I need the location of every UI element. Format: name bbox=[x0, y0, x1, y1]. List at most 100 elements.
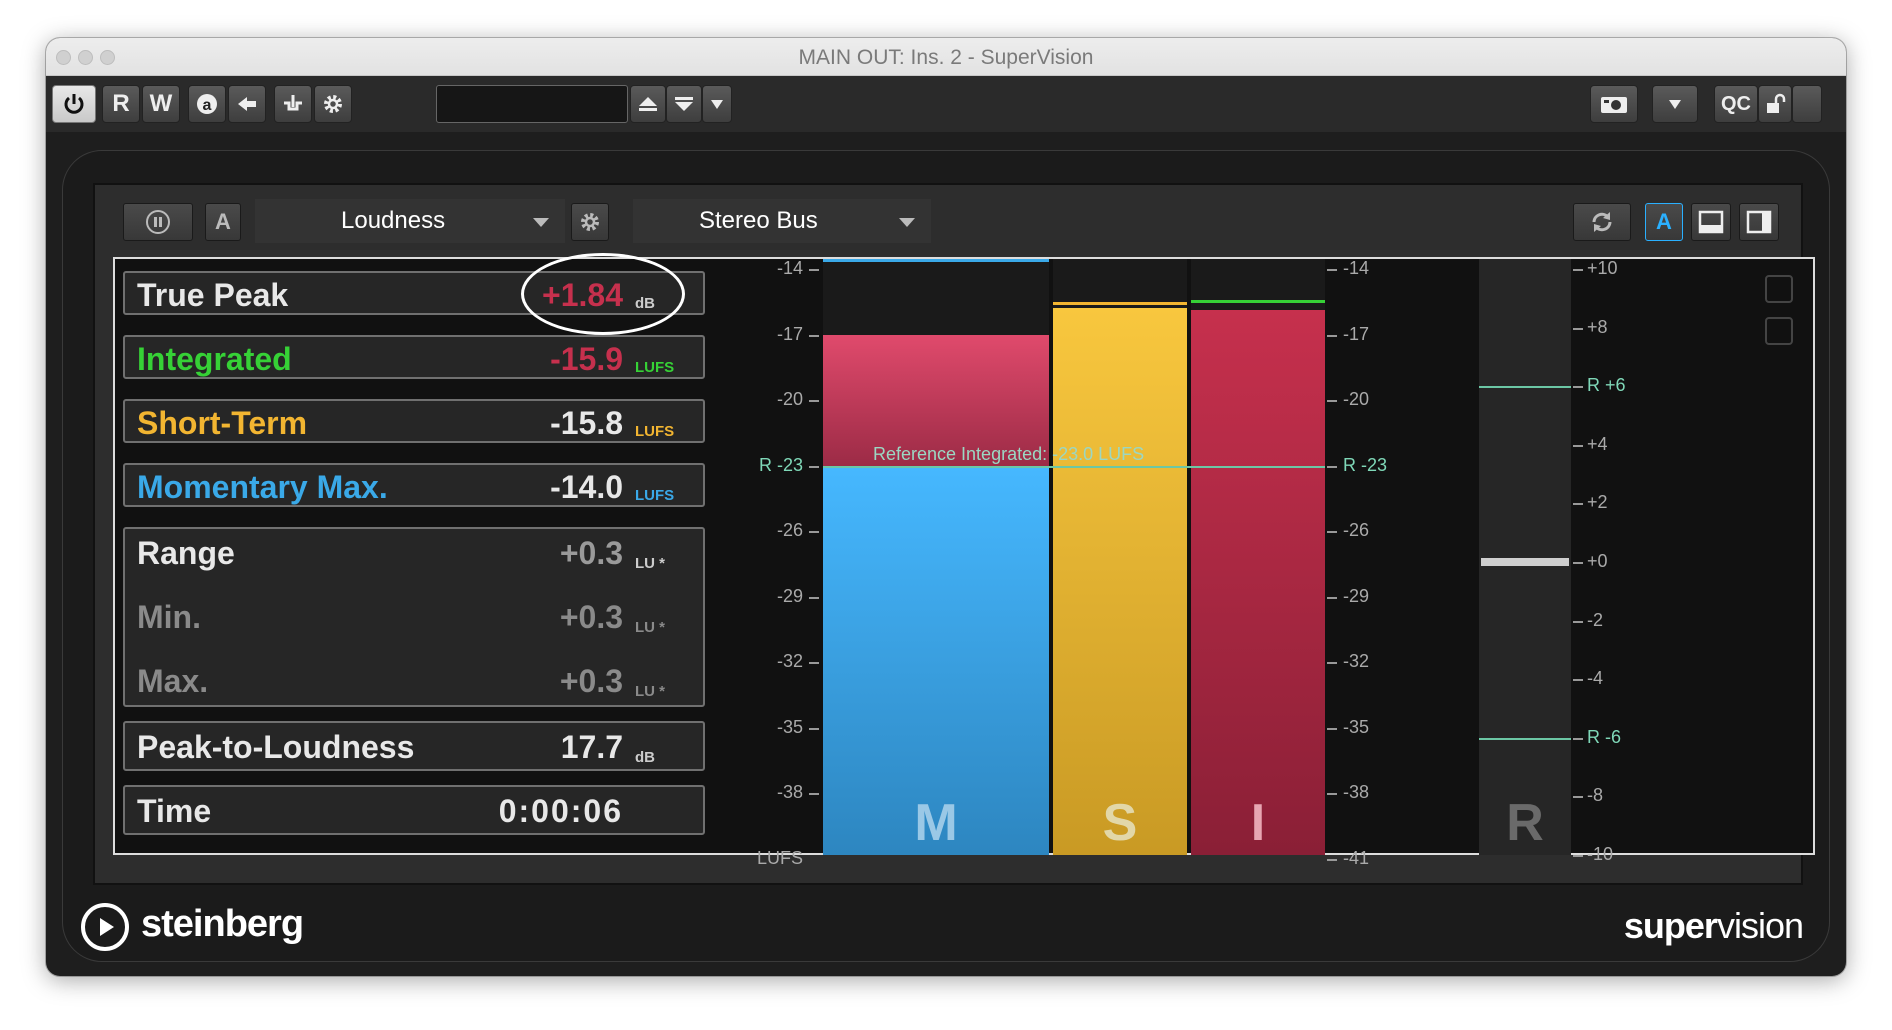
range-tick-label: +4 bbox=[1587, 433, 1608, 454]
range-track: R bbox=[1479, 259, 1571, 855]
module-label: Loudness bbox=[341, 207, 446, 234]
left-tick-mark bbox=[809, 793, 819, 795]
host-toolbar: R W a QC bbox=[46, 76, 1846, 132]
left-tick-mark bbox=[809, 269, 819, 271]
range-bar-label: R bbox=[1506, 794, 1544, 852]
supervision-plugin: A Loudness Stereo Bus A True Peak +1.84 … bbox=[62, 150, 1830, 962]
short-term-value: -15.8 bbox=[550, 405, 623, 441]
momentary-track: M bbox=[823, 259, 1049, 855]
preset-menu-button[interactable] bbox=[702, 85, 732, 123]
peak-to-loudness-row[interactable]: Peak-to-Loudness 17.7 dB bbox=[123, 721, 705, 771]
camera-icon bbox=[1601, 97, 1627, 113]
layout-bottom-icon bbox=[1698, 210, 1724, 234]
a-setup-button[interactable]: A bbox=[205, 203, 241, 241]
momentary-max-row[interactable]: Momentary Max. -14.0 LUFS bbox=[123, 463, 705, 507]
extra-button[interactable] bbox=[1792, 85, 1822, 123]
middle-tick-label: -20 bbox=[1343, 389, 1370, 409]
range-min-value: +0.3 bbox=[559, 599, 623, 635]
sync-button[interactable] bbox=[1573, 203, 1631, 241]
range-tick-label: +8 bbox=[1587, 316, 1608, 337]
channel-dropdown[interactable]: Stereo Bus bbox=[633, 199, 931, 243]
left-tick-label: -26 bbox=[776, 520, 803, 540]
range-tick-mark bbox=[1573, 796, 1583, 799]
short-term-track: S bbox=[1053, 259, 1187, 855]
range-tick-mark bbox=[1573, 855, 1583, 857]
middle-tick-label: -41 bbox=[1343, 847, 1370, 868]
svg-text:a: a bbox=[203, 97, 212, 114]
left-tick-mark bbox=[809, 400, 819, 402]
zoom-out-button[interactable] bbox=[1765, 317, 1793, 345]
module-settings-button[interactable] bbox=[571, 203, 609, 241]
preset-next-button[interactable] bbox=[666, 85, 702, 123]
range-tick-label: R -6 bbox=[1587, 726, 1622, 747]
range-tick-label: -4 bbox=[1587, 668, 1604, 689]
supervision-brand: supervision bbox=[1624, 905, 1804, 947]
range-tick-mark bbox=[1573, 269, 1583, 271]
middle-tick-mark bbox=[1327, 596, 1337, 599]
sidechain-button[interactable] bbox=[274, 85, 312, 123]
time-row[interactable]: Time 0:00:06 bbox=[123, 785, 705, 835]
module-dropdown[interactable]: Loudness bbox=[255, 199, 565, 243]
left-tick-mark bbox=[809, 662, 819, 664]
integrated-bar-label: I bbox=[1250, 794, 1266, 852]
snapshot-button[interactable] bbox=[1590, 85, 1638, 123]
left-tick-label: -17 bbox=[776, 323, 803, 344]
pause-icon bbox=[146, 210, 170, 234]
range-block[interactable]: Range +0.3 LU * Min. +0.3 LU * Max. +0.3… bbox=[123, 527, 705, 707]
range-tick-label: R +6 bbox=[1587, 375, 1626, 396]
preset-name-field[interactable] bbox=[436, 85, 628, 123]
short-term-row[interactable]: Short-Term -15.8 LUFS bbox=[123, 399, 705, 443]
power-icon bbox=[64, 94, 84, 114]
qc-button[interactable]: QC bbox=[1714, 85, 1758, 123]
range-tick-mark bbox=[1573, 327, 1583, 330]
middle-tick-label: -17 bbox=[1343, 323, 1370, 344]
power-button[interactable] bbox=[52, 85, 96, 123]
left-tick-label: -20 bbox=[776, 389, 803, 409]
zoom-in-button[interactable] bbox=[1765, 275, 1793, 303]
integrated-row[interactable]: Integrated -15.9 LUFS bbox=[123, 335, 705, 379]
integrated-max-line bbox=[1191, 300, 1325, 304]
window-title: MAIN OUT: Ins. 2 - SuperVision bbox=[798, 46, 1094, 69]
left-tick-mark bbox=[809, 727, 819, 730]
middle-tick-label: -35 bbox=[1343, 716, 1370, 737]
range-max-value: +0.3 bbox=[559, 663, 623, 699]
preset-prev-button[interactable] bbox=[630, 85, 666, 123]
pause-button[interactable] bbox=[123, 203, 193, 241]
a-compare-button[interactable]: A bbox=[1645, 203, 1683, 241]
lock-button[interactable] bbox=[1758, 85, 1792, 123]
range-unit: LU * bbox=[635, 555, 665, 572]
middle-tick-label: -26 bbox=[1343, 520, 1370, 540]
layout-right-button[interactable] bbox=[1739, 203, 1779, 241]
left-tick-mark bbox=[809, 465, 819, 468]
middle-tick-mark bbox=[1327, 727, 1337, 730]
momentary-bar-label: M bbox=[914, 794, 958, 852]
settings-button[interactable] bbox=[314, 85, 352, 123]
write-automation-button[interactable]: W bbox=[142, 85, 180, 123]
range-tick-mark bbox=[1573, 679, 1583, 682]
left-tick-mark bbox=[809, 334, 819, 337]
sidechain-icon bbox=[284, 95, 302, 111]
read-automation-button[interactable]: R bbox=[102, 85, 140, 123]
left-tick-label: R -23 bbox=[758, 454, 803, 475]
middle-tick-mark bbox=[1327, 858, 1337, 861]
chevron-down-icon bbox=[711, 100, 723, 109]
left-tick-label: -38 bbox=[776, 782, 803, 802]
bypass-left-button[interactable] bbox=[228, 85, 266, 123]
layout-bottom-button[interactable] bbox=[1691, 203, 1731, 241]
range-tick-mark bbox=[1573, 620, 1583, 623]
integrated-bar bbox=[1191, 310, 1325, 855]
short-term-bar bbox=[1053, 308, 1187, 855]
auto-button[interactable]: a bbox=[188, 85, 226, 123]
brand-vision: vision bbox=[1716, 905, 1804, 946]
range-tick-mark bbox=[1573, 503, 1583, 506]
plugin-window: MAIN OUT: Ins. 2 - SuperVision R W a QC … bbox=[46, 38, 1846, 976]
channel-label: Stereo Bus bbox=[699, 207, 818, 234]
reference-line bbox=[823, 465, 1325, 468]
middle-tick-mark bbox=[1327, 531, 1337, 533]
range-tick-mark bbox=[1573, 562, 1583, 564]
time-value: 0:00:06 bbox=[498, 793, 623, 829]
left-tick-label: -35 bbox=[776, 716, 803, 737]
middle-tick-mark bbox=[1327, 334, 1337, 337]
arrow-up-icon bbox=[639, 97, 657, 111]
snapshot-menu-button[interactable] bbox=[1652, 85, 1698, 123]
